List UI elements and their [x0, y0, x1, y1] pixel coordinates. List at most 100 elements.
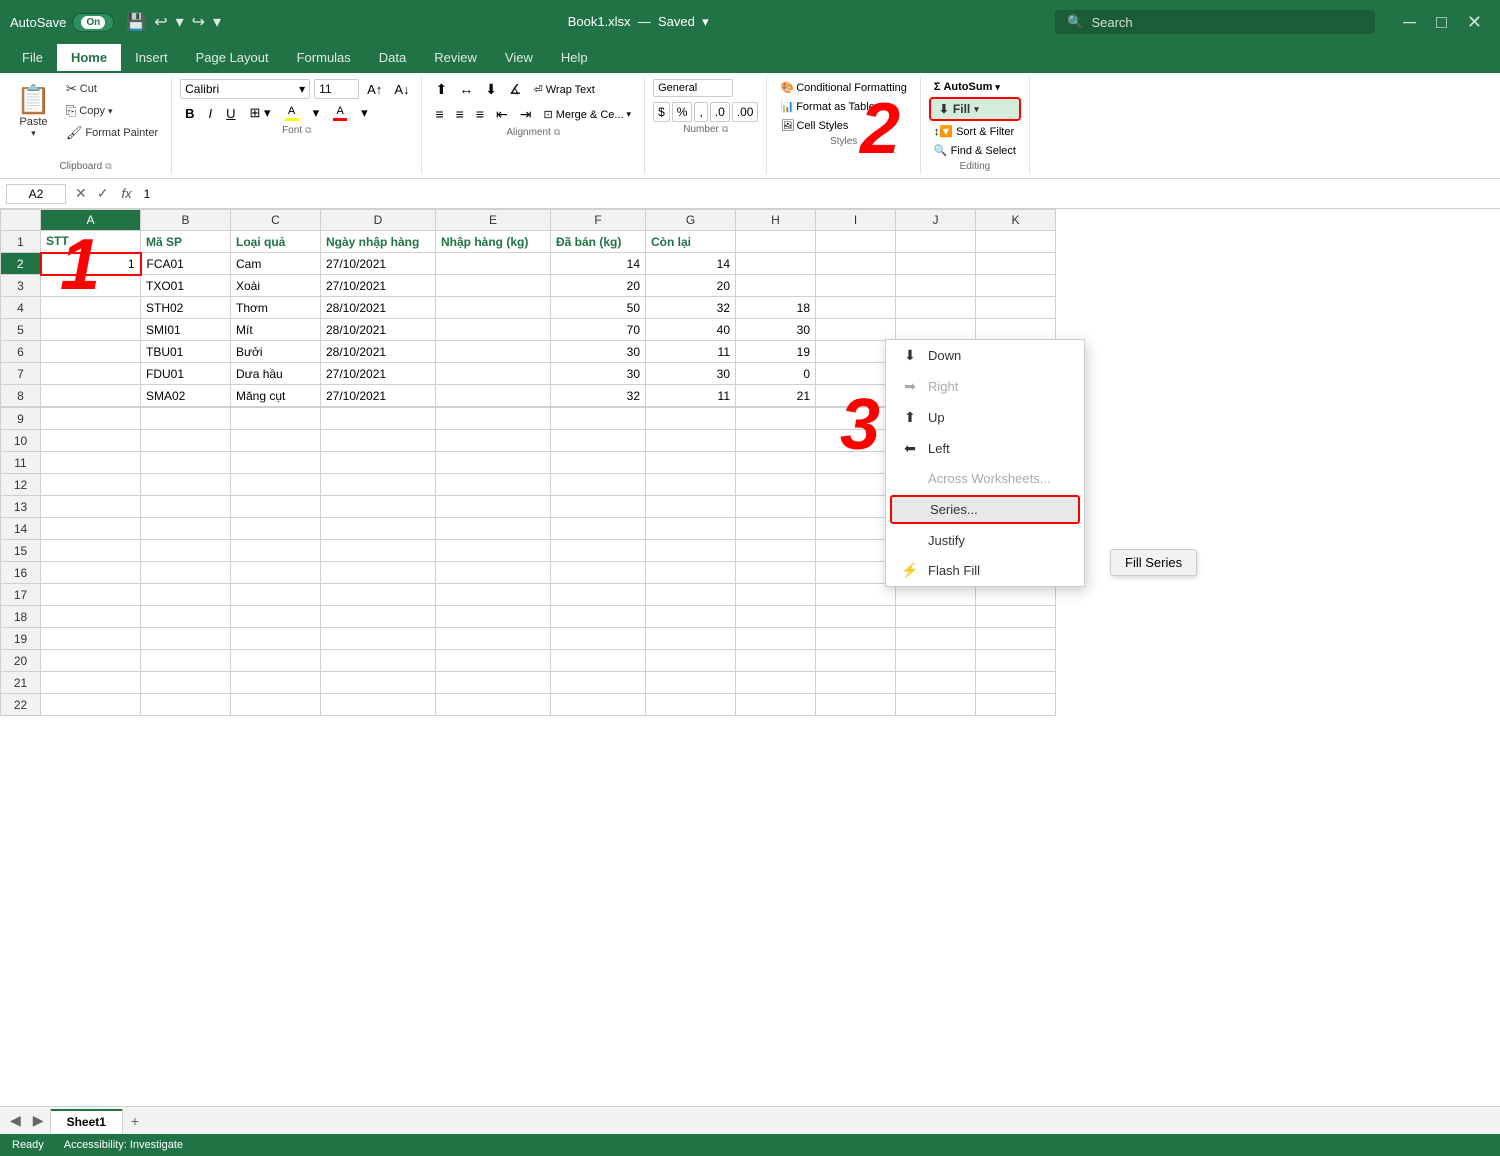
cell-17-3[interactable] — [321, 584, 436, 606]
cell-j2[interactable] — [896, 253, 976, 275]
cell-21-0[interactable] — [41, 672, 141, 694]
find-select-button[interactable]: 🔍 Find & Select — [929, 142, 1021, 159]
across-worksheets-item[interactable]: Across Worksheets... — [886, 464, 1084, 493]
cell-21-3[interactable] — [321, 672, 436, 694]
border-button[interactable]: ⊞ ▾ — [245, 103, 276, 123]
cell-22-10[interactable] — [976, 694, 1056, 716]
font-family-select[interactable]: Calibri ▾ — [180, 79, 310, 99]
cell-i6[interactable] — [816, 341, 896, 363]
fill-series-button[interactable]: Fill Series — [1110, 549, 1197, 576]
cell-18-0[interactable] — [41, 606, 141, 628]
cell-f6[interactable]: 30 — [551, 341, 646, 363]
cell-reference[interactable]: A2 — [6, 184, 66, 204]
cell-10-0[interactable] — [41, 430, 141, 452]
cell-10-7[interactable] — [736, 430, 816, 452]
cell-c6[interactable]: Bưởi — [231, 341, 321, 363]
tab-home[interactable]: Home — [57, 44, 121, 73]
cell-g5[interactable]: 40 — [646, 319, 736, 341]
cell-b2[interactable]: FCA01 — [141, 253, 231, 275]
row-header-16[interactable]: 16 — [1, 562, 41, 584]
series-item[interactable]: Series... — [890, 495, 1080, 524]
cell-21-1[interactable] — [141, 672, 231, 694]
cell-h7[interactable]: 0 — [736, 363, 816, 385]
cell-13-6[interactable] — [646, 496, 736, 518]
cell-17-4[interactable] — [436, 584, 551, 606]
cell-9-3[interactable] — [321, 408, 436, 430]
align-middle-btn[interactable]: ↔ — [454, 79, 478, 100]
cell-18-8[interactable] — [816, 606, 896, 628]
cell-h3[interactable] — [736, 275, 816, 297]
maximize-button[interactable]: □ — [1428, 12, 1455, 33]
cell-9-6[interactable] — [646, 408, 736, 430]
cell-11-5[interactable] — [551, 452, 646, 474]
cell-d1[interactable]: Ngày nhập hàng — [321, 231, 436, 253]
cell-14-5[interactable] — [551, 518, 646, 540]
autosave-toggle[interactable]: On — [72, 13, 114, 32]
cell-12-7[interactable] — [736, 474, 816, 496]
cell-16-7[interactable] — [736, 562, 816, 584]
cell-k4[interactable] — [976, 297, 1056, 319]
save-icon[interactable]: 💾 — [126, 12, 146, 32]
cell-13-4[interactable] — [436, 496, 551, 518]
cell-20-5[interactable] — [551, 650, 646, 672]
cell-18-7[interactable] — [736, 606, 816, 628]
scroll-area[interactable]: A B C D E F G H I J K 1 STT M — [0, 209, 1500, 1106]
formula-input[interactable] — [142, 185, 1494, 203]
cell-e7[interactable] — [436, 363, 551, 385]
cell-14-0[interactable] — [41, 518, 141, 540]
cell-21-4[interactable] — [436, 672, 551, 694]
customize-icon[interactable]: ▾ — [213, 12, 221, 32]
cell-c8[interactable]: Măng cụt — [231, 385, 321, 407]
cut-button[interactable]: ✂ Cut — [61, 79, 163, 99]
cell-9-7[interactable] — [736, 408, 816, 430]
cell-12-4[interactable] — [436, 474, 551, 496]
cell-i3[interactable] — [816, 275, 896, 297]
cell-10-3[interactable] — [321, 430, 436, 452]
cell-13-1[interactable] — [141, 496, 231, 518]
col-header-g[interactable]: G — [646, 210, 736, 231]
cell-20-1[interactable] — [141, 650, 231, 672]
cell-13-0[interactable] — [41, 496, 141, 518]
fill-dropdown[interactable]: ▾ — [974, 104, 979, 115]
cell-14-1[interactable] — [141, 518, 231, 540]
cell-11-7[interactable] — [736, 452, 816, 474]
cell-e6[interactable] — [436, 341, 551, 363]
cell-i7[interactable] — [816, 363, 896, 385]
cell-k3[interactable] — [976, 275, 1056, 297]
cell-a5[interactable] — [41, 319, 141, 341]
cell-f4[interactable]: 50 — [551, 297, 646, 319]
cell-d8[interactable]: 27/10/2021 — [321, 385, 436, 407]
cell-16-3[interactable] — [321, 562, 436, 584]
add-sheet-btn[interactable]: + — [125, 1113, 145, 1129]
decrease-decimal-btn[interactable]: .0 — [710, 102, 730, 122]
col-header-f[interactable]: F — [551, 210, 646, 231]
cell-22-3[interactable] — [321, 694, 436, 716]
cell-19-10[interactable] — [976, 628, 1056, 650]
cell-d3[interactable]: 27/10/2021 — [321, 275, 436, 297]
cell-d5[interactable]: 28/10/2021 — [321, 319, 436, 341]
fill-left-item[interactable]: ⬅ Left — [886, 433, 1084, 464]
cell-14-6[interactable] — [646, 518, 736, 540]
cell-k5[interactable] — [976, 319, 1056, 341]
cell-12-3[interactable] — [321, 474, 436, 496]
font-size-select[interactable]: 11 — [314, 79, 359, 99]
cell-9-4[interactable] — [436, 408, 551, 430]
cell-b8[interactable]: SMA02 — [141, 385, 231, 407]
undo-icon[interactable]: ↩ — [154, 12, 167, 32]
cell-16-6[interactable] — [646, 562, 736, 584]
cell-14-7[interactable] — [736, 518, 816, 540]
cell-e8[interactable] — [436, 385, 551, 407]
cell-14-3[interactable] — [321, 518, 436, 540]
cell-22-0[interactable] — [41, 694, 141, 716]
cell-g1[interactable]: Còn lại — [646, 231, 736, 253]
cell-10-8[interactable] — [816, 430, 896, 452]
cell-i1[interactable] — [816, 231, 896, 253]
cell-i4[interactable] — [816, 297, 896, 319]
row-header-4[interactable]: 4 — [1, 297, 41, 319]
cell-i2[interactable] — [816, 253, 896, 275]
cell-10-6[interactable] — [646, 430, 736, 452]
cell-14-2[interactable] — [231, 518, 321, 540]
fill-color-dropdown[interactable]: ▾ — [308, 103, 325, 123]
cell-12-8[interactable] — [816, 474, 896, 496]
cell-18-10[interactable] — [976, 606, 1056, 628]
